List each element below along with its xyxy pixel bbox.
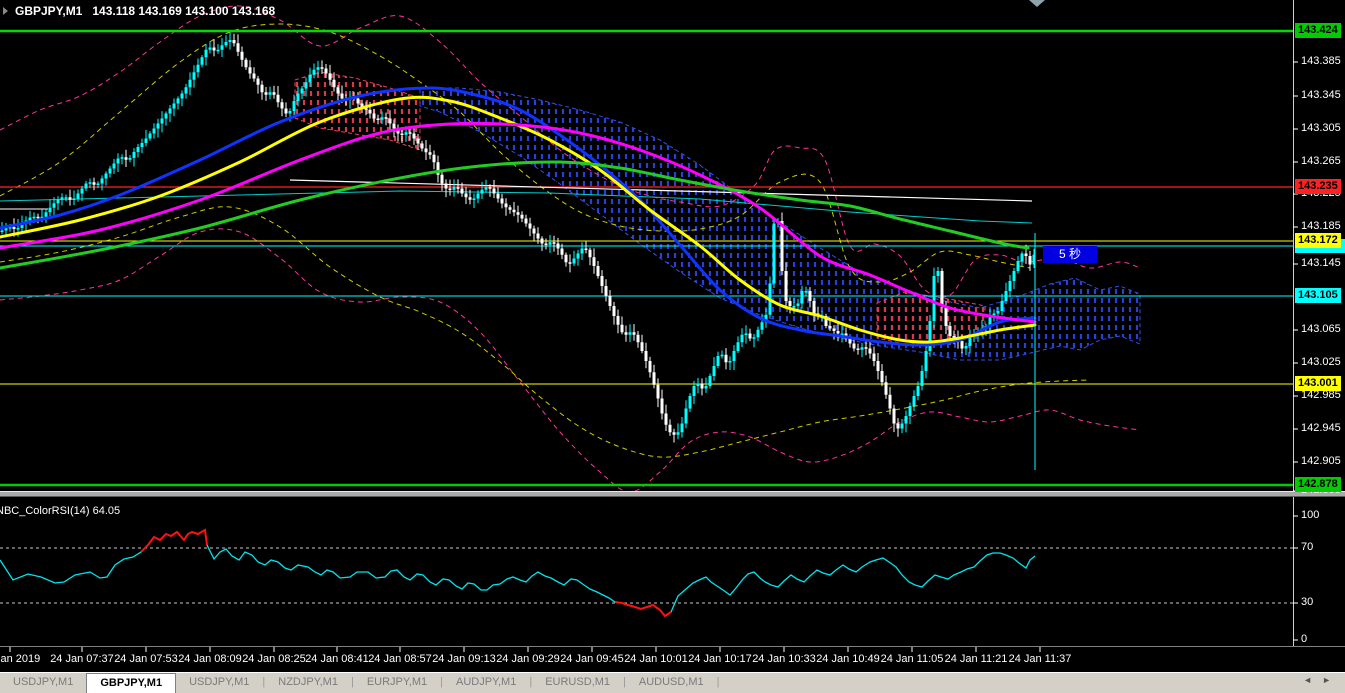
time-axis-label: 24 Jan 08:41 <box>305 653 369 665</box>
symbol-tab-nzdjpy-m1[interactable]: NZDJPY,M1 <box>265 673 351 693</box>
rsi-tick-label: 0 <box>1301 633 1308 645</box>
tab-scrollers: ◄► <box>1303 675 1341 685</box>
price-level-badge: 142.878 <box>1295 477 1341 492</box>
price-tick-label: 143.185 <box>1301 220 1341 232</box>
chart-menu-arrow-icon[interactable] <box>3 7 8 15</box>
time-axis-label: 24 Jan 08:09 <box>178 653 242 665</box>
time-axis-label: 24 Jan 09:13 <box>432 653 496 665</box>
price-tick-label: 143.385 <box>1301 55 1341 67</box>
price-level-badge: 143.105 <box>1295 288 1341 303</box>
tab-scroll-right-button[interactable]: ► <box>1322 675 1341 685</box>
price-tick-label: 143.345 <box>1301 89 1341 101</box>
symbol-tab-audusd-m1[interactable]: AUDUSD,M1 <box>626 673 717 693</box>
time-axis-label: 24 Jan 11:05 <box>880 653 944 665</box>
rsi-tick-label: 100 <box>1301 509 1320 521</box>
time-axis-label: 24 Jan 11:37 <box>1008 653 1072 665</box>
symbol-tab-usdjpy-m1[interactable]: USDJPY,M1 <box>0 673 86 693</box>
symbol-tab-eurusd-m1[interactable]: EURUSD,M1 <box>532 673 623 693</box>
time-axis-label: 24 Jan 10:01 <box>624 653 688 665</box>
symbol-period-label: GBPJPY,M1 <box>15 4 83 18</box>
time-axis-label: 24 Jan 09:29 <box>496 653 560 665</box>
symbol-tab-usdjpy-m1[interactable]: USDJPY,M1 <box>176 673 262 693</box>
symbol-tab-audjpy-m1[interactable]: AUDJPY,M1 <box>443 673 529 693</box>
price-level-badge: 143.424 <box>1295 23 1341 38</box>
symbol-tab-gbpjpy-m1[interactable]: GBPJPY,M1 <box>86 673 177 693</box>
time-axis-label: 24 Jan 07:37 <box>50 653 114 665</box>
countdown-badge: 5 秒 <box>1043 246 1097 263</box>
price-tick-label: 143.305 <box>1301 122 1341 134</box>
price-level-badge: 143.235 <box>1295 179 1341 194</box>
tab-separator: | <box>716 676 720 688</box>
autoscroll-marker-icon[interactable] <box>1029 0 1045 7</box>
price-tick-label: 142.905 <box>1301 455 1341 467</box>
rsi-indicator-label: NBC_ColorRSI(14) 64.05 <box>0 505 121 517</box>
price-tick-label: 143.145 <box>1301 257 1341 269</box>
symbol-tab-bar: USDJPY,M1 GBPJPY,M1 USDJPY,M1 | NZDJPY,M1 | EU… <box>0 672 1345 693</box>
chart-area[interactable] <box>0 0 1345 693</box>
price-tick-label: 143.065 <box>1301 323 1341 335</box>
pane-separator-handle[interactable] <box>0 491 1345 497</box>
time-axis-label: 24 Jan 07:53 <box>114 653 178 665</box>
time-axis-label: 24 Jan 09:45 <box>560 653 624 665</box>
symbol-tab-eurjpy-m1[interactable]: EURJPY,M1 <box>354 673 440 693</box>
rsi-tick-label: 70 <box>1301 541 1314 553</box>
time-axis-label: 24 Jan 10:33 <box>752 653 816 665</box>
time-axis-label: 24 Jan 10:49 <box>816 653 880 665</box>
price-level-badge: 143.172 <box>1295 233 1341 248</box>
price-tick-label: 143.025 <box>1301 356 1341 368</box>
time-axis-label: 24 Jan 10:17 <box>688 653 752 665</box>
time-axis-label: 24 Jan 11:21 <box>944 653 1008 665</box>
time-axis-label: 24 Jan 2019 <box>0 653 41 665</box>
chart-title: GBPJPY,M1 143.118 143.169 143.100 143.168 <box>15 4 275 18</box>
price-level-badge: 143.001 <box>1295 376 1341 391</box>
rsi-tick-label: 30 <box>1301 596 1314 608</box>
tab-scroll-left-button[interactable]: ◄ <box>1303 675 1322 685</box>
ohlc-quote-label: 143.118 143.169 143.100 143.168 <box>92 4 276 18</box>
price-tick-label: 142.945 <box>1301 422 1341 434</box>
time-axis-label: 24 Jan 08:25 <box>242 653 306 665</box>
time-axis-label: 24 Jan 08:57 <box>368 653 432 665</box>
trading-terminal-window: GBPJPY,M1 143.118 143.169 143.100 143.168… <box>0 0 1345 693</box>
price-tick-label: 143.265 <box>1301 155 1341 167</box>
